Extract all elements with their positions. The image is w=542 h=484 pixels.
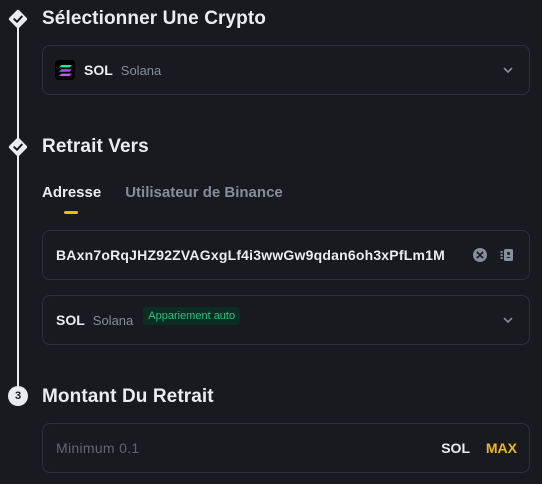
step-2-title: Retrait Vers: [42, 136, 149, 157]
tab-address[interactable]: Adresse: [42, 184, 101, 201]
step-3-title: Montant Du Retrait: [42, 386, 214, 407]
address-input[interactable]: BAxn7oRqJHZ92ZVAGxgLf4i3wwGw9qdan6oh3xPf…: [56, 247, 463, 263]
max-button[interactable]: MAX: [486, 440, 517, 456]
tab-binance-user[interactable]: Utilisateur de Binance: [125, 184, 283, 201]
network-select-dropdown[interactable]: SOL Solana Appariement auto: [42, 295, 530, 345]
active-tab-indicator: [64, 211, 78, 214]
amount-unit: SOL: [441, 440, 470, 456]
chevron-down-icon: [503, 317, 513, 324]
address-book-icon[interactable]: [499, 247, 515, 263]
coin-select-dropdown[interactable]: SOL Solana: [42, 45, 530, 95]
amount-input[interactable]: Minimum 0.1: [56, 440, 139, 456]
network-symbol: SOL: [56, 312, 85, 328]
step-2-check-icon: [7, 136, 29, 158]
step-3-number-badge: 3: [8, 386, 28, 406]
coin-name: Solana: [120, 62, 162, 78]
step-progress-rail: [17, 26, 19, 386]
address-field[interactable]: BAxn7oRqJHZ92ZVAGxgLf4i3wwGw9qdan6oh3xPf…: [42, 230, 530, 280]
network-name: Solana: [92, 312, 134, 328]
withdraw-to-tabs: Adresse Utilisateur de Binance: [42, 184, 307, 201]
coin-symbol: SOL: [84, 62, 113, 78]
step-1-title: Sélectionner Une Crypto: [42, 8, 267, 29]
solana-logo-icon: [55, 60, 75, 80]
step-1-check-icon: [7, 8, 29, 30]
amount-field[interactable]: Minimum 0.1 SOL MAX: [42, 423, 530, 473]
chevron-down-icon: [503, 67, 513, 74]
close-circle-icon[interactable]: [472, 247, 488, 263]
auto-match-badge: Appariement auto: [143, 307, 241, 325]
